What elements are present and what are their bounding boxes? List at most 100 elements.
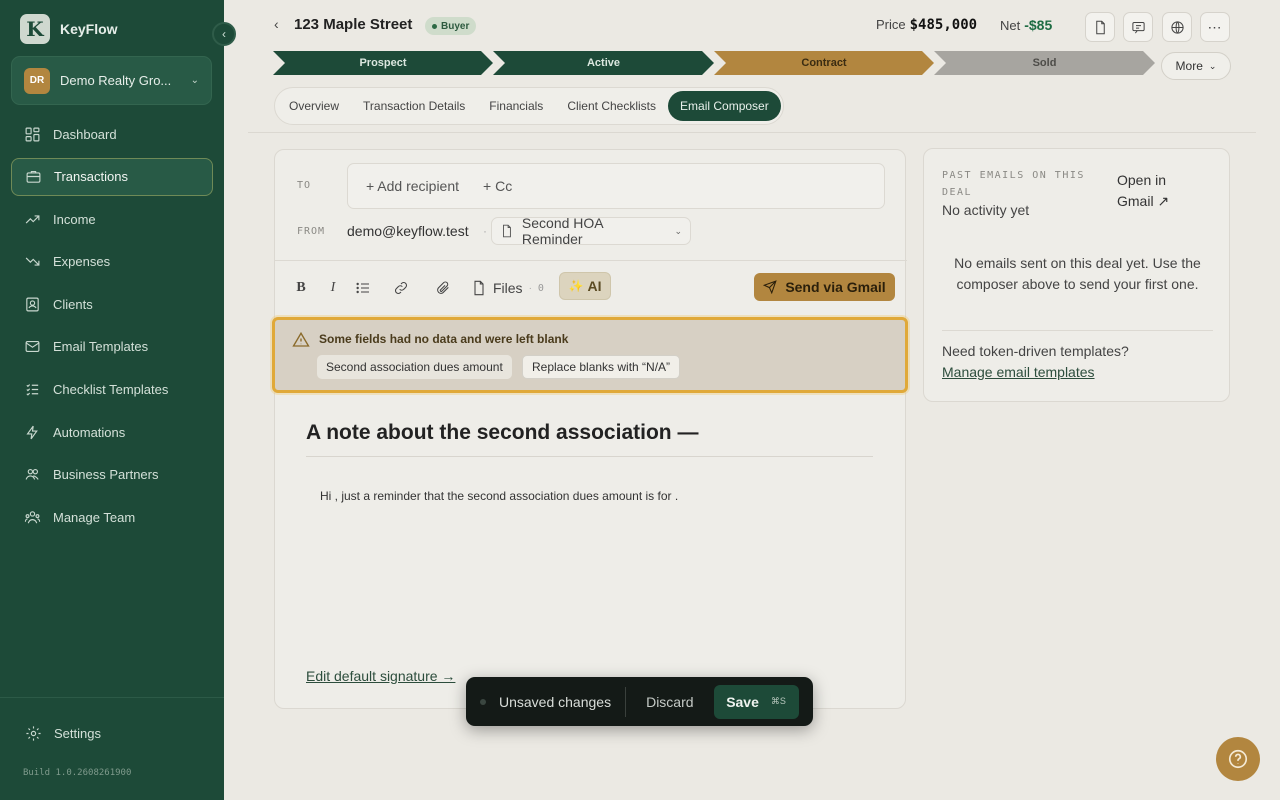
sidebar-item-label: Expenses (53, 254, 111, 270)
stage-prospect[interactable]: Prospect (273, 51, 493, 75)
add-recipient-button[interactable]: + Add recipient (366, 178, 459, 194)
gear-icon (24, 724, 42, 742)
edit-signature-link[interactable]: Edit default signature → (306, 668, 455, 684)
price: Price $485,000 (876, 17, 977, 33)
sidebar-item-label: Dashboard (53, 126, 117, 142)
more-stages-button[interactable]: More ⌄ (1161, 52, 1231, 80)
sidebar-item-checklist-templates[interactable]: Checklist Templates (11, 371, 213, 409)
status-dot (480, 698, 486, 705)
stage-sold[interactable]: Sold (934, 51, 1155, 75)
sidebar-item-label: Email Templates (53, 339, 149, 355)
warning-title: Some fields had no data and were left bl… (319, 332, 569, 346)
files-button[interactable]: Files · 0 (471, 278, 544, 298)
sidebar: K KeyFlow DR Demo Realty Gro... ⌄ Dashbo… (0, 0, 224, 800)
sidebar-item-label: Clients (53, 296, 93, 312)
team-icon (23, 508, 41, 526)
sidebar-item-business-partners[interactable]: Business Partners (11, 456, 213, 494)
send-via-gmail-button[interactable]: Send via Gmail (754, 273, 895, 301)
chevron-down-icon: ⌄ (674, 225, 682, 236)
sidebar-item-email-templates[interactable]: Email Templates (11, 328, 213, 366)
org-switcher[interactable]: DR Demo Realty Gro... ⌄ (11, 56, 212, 105)
sparkle-icon: ✨ (568, 279, 584, 293)
bolt-icon (23, 423, 41, 441)
document-icon (1095, 20, 1105, 34)
sidebar-divider (0, 697, 224, 698)
blank-field-chip: Second association dues amount (317, 355, 512, 379)
save-button[interactable]: Save ⌘S (713, 684, 799, 719)
comments-button[interactable] (1123, 12, 1153, 42)
separator-dot: · (483, 224, 487, 238)
discard-button[interactable]: Discard (646, 694, 693, 710)
save-label: Save (726, 693, 759, 710)
sidebar-item-label: Income (53, 211, 96, 227)
globe-icon (1170, 20, 1184, 34)
net: Net -$85 (1000, 17, 1052, 33)
brand[interactable]: K KeyFlow (20, 14, 118, 44)
attachment-icon[interactable] (435, 278, 451, 298)
past-emails-heading: PAST EMAILS ON THIS DEAL (942, 170, 1085, 198)
template-name: Second HOA Reminder (521, 215, 603, 247)
sidebar-item-label: Automations (53, 424, 126, 440)
tab-bar: Overview Transaction Details Financials … (274, 87, 784, 125)
bullet-list-icon[interactable] (355, 278, 371, 298)
sidebar-item-label: Manage Team (53, 509, 136, 525)
badge-label: Buyer (441, 20, 470, 32)
tab-financials[interactable]: Financials (477, 91, 555, 121)
past-emails-panel: PAST EMAILS ON THIS DEAL No activity yet… (923, 148, 1230, 402)
email-composer: TO + Add recipient + Cc FROM demo@keyflo… (274, 149, 907, 709)
save-shortcut: ⌘S (770, 696, 786, 706)
sidebar-item-manage-team[interactable]: Manage Team (11, 498, 213, 536)
help-button[interactable] (1216, 737, 1260, 781)
unsaved-changes-bar: Unsaved changes Discard Save ⌘S (466, 677, 813, 726)
template-select[interactable]: Second HOA Reminder ⌄ (491, 215, 691, 247)
bold-icon[interactable]: B (295, 278, 307, 298)
sidebar-item-settings[interactable]: Settings (24, 724, 101, 742)
build-version: Build 1.0.2608261900 (23, 768, 132, 778)
badge-dot (432, 23, 437, 29)
document-button[interactable] (1085, 12, 1115, 42)
italic-icon[interactable]: I (327, 278, 339, 298)
stage-active[interactable]: Active (493, 51, 714, 75)
tab-overview[interactable]: Overview (277, 91, 351, 121)
ellipsis-icon: ⋯ (1207, 18, 1223, 35)
stage-contract[interactable]: Contract (714, 51, 934, 75)
files-count: 0 (537, 282, 544, 294)
recipients-field[interactable]: + Add recipient + Cc (347, 163, 885, 209)
net-label: Net (1000, 18, 1021, 33)
replace-blanks-button[interactable]: Replace blanks with “N/A” (522, 355, 681, 379)
to-label: TO (297, 180, 312, 191)
sidebar-item-transactions[interactable]: Transactions (11, 157, 213, 196)
status-badge: Buyer (425, 17, 477, 35)
link-icon[interactable] (393, 278, 409, 298)
checklist-icon (23, 381, 41, 399)
panel-divider (942, 330, 1213, 331)
email-body[interactable]: Hi , just a reminder that the second ass… (320, 489, 678, 503)
sidebar-item-label: Business Partners (53, 467, 159, 483)
tab-email-composer[interactable]: Email Composer (668, 91, 781, 121)
from-address[interactable]: demo@keyflow.test (347, 223, 469, 239)
price-value: $485,000 (909, 17, 978, 33)
grid-icon (23, 125, 41, 143)
collapse-sidebar-button[interactable]: ‹ (212, 22, 236, 46)
back-chevron-icon[interactable]: ‹ (274, 16, 279, 32)
sidebar-item-automations[interactable]: Automations (11, 413, 213, 451)
sidebar-item-expenses[interactable]: Expenses (11, 243, 213, 281)
sidebar-item-income[interactable]: Income (11, 200, 213, 238)
ai-button[interactable]: ✨ AI (559, 272, 611, 300)
chevron-down-icon: ⌄ (1208, 60, 1217, 71)
price-label: Price (876, 17, 906, 32)
email-subject-heading[interactable]: A note about the second association — (306, 421, 698, 445)
manage-templates-link[interactable]: Manage email templates (942, 364, 1095, 380)
open-in-gmail-link[interactable]: Open in Gmail ↗ (1117, 170, 1197, 212)
tab-transaction-details[interactable]: Transaction Details (351, 91, 477, 121)
sidebar-item-label: Transactions (54, 169, 128, 185)
templates-prompt: Need token-driven templates? (942, 343, 1129, 359)
toolbar-divider (275, 260, 907, 261)
dot-separator: · (528, 282, 532, 294)
sidebar-item-dashboard[interactable]: Dashboard (11, 115, 213, 153)
globe-button[interactable] (1162, 12, 1192, 42)
tab-client-checklists[interactable]: Client Checklists (555, 91, 668, 121)
add-cc-button[interactable]: + Cc (483, 178, 512, 194)
more-options-button[interactable]: ⋯ (1200, 12, 1230, 42)
sidebar-item-clients[interactable]: Clients (11, 285, 213, 323)
